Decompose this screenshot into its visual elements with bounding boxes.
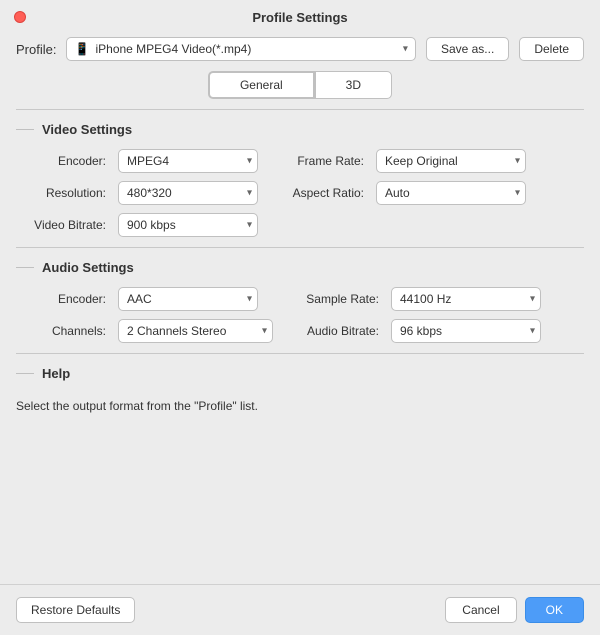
frame-rate-select-wrapper: Keep Original ▾ (376, 149, 526, 173)
video-bitrate-label: Video Bitrate: (16, 218, 106, 232)
video-bitrate-select[interactable]: 900 kbps (118, 213, 258, 237)
video-resolution-select[interactable]: 480*320 (118, 181, 258, 205)
video-encoder-select-wrapper: MPEG4 ▾ (118, 149, 258, 173)
window: Profile Settings Profile: 📱 iPhone MPEG4… (0, 0, 600, 635)
sample-rate-select[interactable]: 44100 Hz (391, 287, 541, 311)
window-title: Profile Settings (252, 10, 347, 25)
video-left-fields: Encoder: MPEG4 ▾ Resolution: (16, 149, 258, 237)
channels-row: Channels: 2 Channels Stereo ▾ (16, 319, 273, 343)
traffic-lights (14, 11, 26, 23)
tab-3d[interactable]: 3D (315, 71, 392, 99)
audio-right-fields: Sample Rate: 44100 Hz ▾ Audio Bitrate: (289, 287, 541, 343)
aspect-ratio-row: Aspect Ratio: Auto ▾ (274, 181, 526, 205)
video-section-header: Video Settings (16, 122, 584, 137)
sample-rate-row: Sample Rate: 44100 Hz ▾ (289, 287, 541, 311)
footer-right-buttons: Cancel OK (445, 597, 584, 623)
frame-rate-label: Frame Rate: (274, 154, 364, 168)
save-as-button[interactable]: Save as... (426, 37, 509, 61)
channels-select-wrapper: 2 Channels Stereo ▾ (118, 319, 273, 343)
profile-select-wrapper: 📱 iPhone MPEG4 Video(*.mp4) ▾ (66, 37, 415, 61)
aspect-ratio-select-wrapper: Auto ▾ (376, 181, 526, 205)
content-area: Video Settings Encoder: MPEG4 ▾ (0, 109, 600, 584)
delete-button[interactable]: Delete (519, 37, 584, 61)
audio-fields-container: Encoder: AAC ▾ Channels: (16, 287, 584, 343)
audio-settings-section: Audio Settings Encoder: AAC ▾ (0, 248, 600, 353)
frame-rate-row: Frame Rate: Keep Original ▾ (274, 149, 526, 173)
audio-section-line (16, 267, 34, 268)
help-section: Help Select the output format from the "… (0, 354, 600, 425)
video-bitrate-row: Video Bitrate: 900 kbps ▾ (16, 213, 258, 237)
sample-rate-select-wrapper: 44100 Hz ▾ (391, 287, 541, 311)
profile-select[interactable]: iPhone MPEG4 Video(*.mp4) (66, 37, 415, 61)
audio-section-header: Audio Settings (16, 260, 584, 275)
help-section-title: Help (42, 366, 70, 381)
frame-rate-select[interactable]: Keep Original (376, 149, 526, 173)
video-resolution-label: Resolution: (16, 186, 106, 200)
help-section-header: Help (16, 366, 584, 381)
video-right-fields: Frame Rate: Keep Original ▾ Aspect Ratio… (274, 149, 526, 237)
footer: Restore Defaults Cancel OK (0, 584, 600, 635)
aspect-ratio-label: Aspect Ratio: (274, 186, 364, 200)
video-section-line (16, 129, 34, 130)
cancel-button[interactable]: Cancel (445, 597, 516, 623)
video-resolution-row: Resolution: 480*320 ▾ (16, 181, 258, 205)
video-section-title: Video Settings (42, 122, 132, 137)
audio-left-fields: Encoder: AAC ▾ Channels: (16, 287, 273, 343)
tab-general[interactable]: General (208, 71, 315, 99)
video-encoder-label: Encoder: (16, 154, 106, 168)
audio-bitrate-select-wrapper: 96 kbps ▾ (391, 319, 541, 343)
audio-encoder-select[interactable]: AAC (118, 287, 258, 311)
title-bar: Profile Settings (0, 0, 600, 33)
audio-encoder-row: Encoder: AAC ▾ (16, 287, 273, 311)
profile-label: Profile: (16, 42, 56, 57)
audio-section-title: Audio Settings (42, 260, 134, 275)
restore-defaults-button[interactable]: Restore Defaults (16, 597, 135, 623)
close-button[interactable] (14, 11, 26, 23)
video-bitrate-select-wrapper: 900 kbps ▾ (118, 213, 258, 237)
audio-bitrate-row: Audio Bitrate: 96 kbps ▾ (289, 319, 541, 343)
video-fields-container: Encoder: MPEG4 ▾ Resolution: (16, 149, 584, 237)
tabs-row: General 3D (0, 71, 600, 109)
sample-rate-label: Sample Rate: (289, 292, 379, 306)
audio-bitrate-select[interactable]: 96 kbps (391, 319, 541, 343)
video-resolution-select-wrapper: 480*320 ▾ (118, 181, 258, 205)
video-encoder-row: Encoder: MPEG4 ▾ (16, 149, 258, 173)
video-encoder-select[interactable]: MPEG4 (118, 149, 258, 173)
channels-label: Channels: (16, 324, 106, 338)
audio-encoder-select-wrapper: AAC ▾ (118, 287, 258, 311)
video-settings-section: Video Settings Encoder: MPEG4 ▾ (0, 110, 600, 247)
audio-encoder-label: Encoder: (16, 292, 106, 306)
channels-select[interactable]: 2 Channels Stereo (118, 319, 273, 343)
help-text: Select the output format from the "Profi… (16, 393, 584, 415)
ok-button[interactable]: OK (525, 597, 584, 623)
help-section-line (16, 373, 34, 374)
aspect-ratio-select[interactable]: Auto (376, 181, 526, 205)
audio-bitrate-label: Audio Bitrate: (289, 324, 379, 338)
profile-row: Profile: 📱 iPhone MPEG4 Video(*.mp4) ▾ S… (0, 33, 600, 71)
